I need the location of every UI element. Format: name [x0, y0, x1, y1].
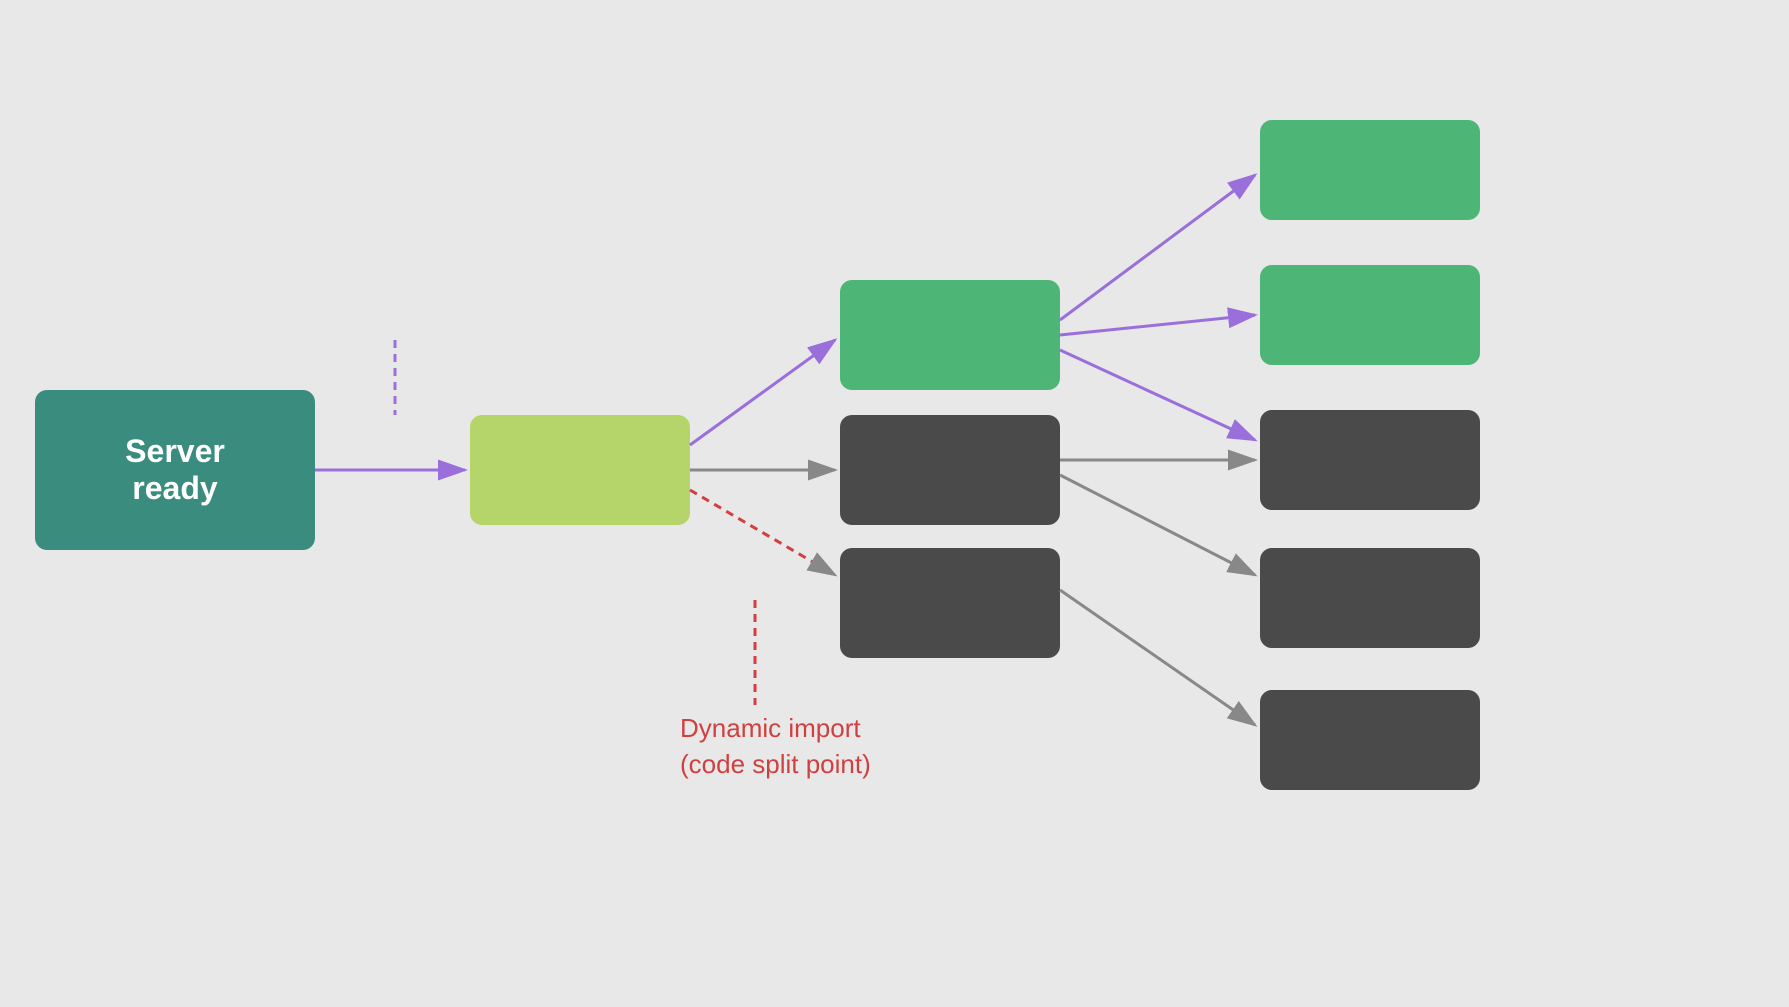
dots-module-box [1260, 690, 1480, 790]
module-4-box [1260, 548, 1480, 648]
server-ready-label: Serverready [125, 433, 225, 507]
route-green-box [840, 280, 1060, 390]
dynamic-import-label: Dynamic import(code split point) [680, 710, 871, 783]
entry-box [470, 415, 690, 525]
module-1-box [1260, 120, 1480, 220]
module-3-box [1260, 410, 1480, 510]
server-ready-box: Serverready [35, 390, 315, 550]
route-dark-box [840, 415, 1060, 525]
module-2-box [1260, 265, 1480, 365]
dots-dark-box [840, 548, 1060, 658]
